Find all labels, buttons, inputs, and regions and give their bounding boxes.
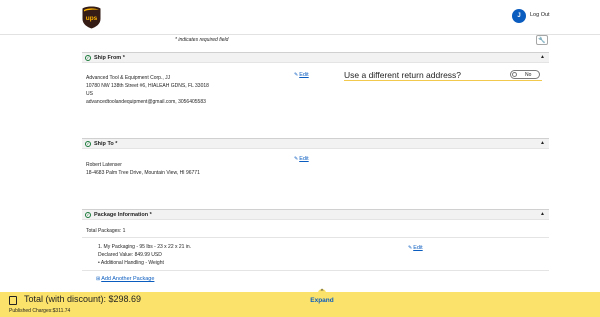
package-edit-link[interactable]: ✎Edit [408, 245, 423, 251]
pencil-icon: ✎ [294, 156, 299, 162]
required-field-note: * indicates required field [175, 37, 229, 43]
total-packages-label: Total Packages: 1 [86, 228, 126, 234]
package-info-header[interactable]: ✓ Package Information * ▲ [82, 209, 549, 220]
package-info-section: ✓ Package Information * ▲ Total Packages… [82, 209, 549, 289]
collapse-caret-icon[interactable]: ▲ [540, 140, 545, 146]
ship-to-line: 18-4683 Palm Tree Drive, Mountain View, … [86, 170, 200, 176]
ship-from-section: ✓ Ship From * ▲ Advanced Tool & Equipmen… [82, 52, 549, 138]
expand-label: Expand [310, 297, 334, 304]
pencil-icon: ✎ [408, 245, 413, 251]
add-package-label: Add Another Package [101, 276, 155, 282]
ship-to-title: Ship To * [94, 140, 118, 147]
ship-from-line: 10780 NW 138th Street #6, HIALEAH GDNS, … [86, 83, 209, 89]
ups-logo[interactable]: ups [82, 6, 101, 29]
package-info-title: Package Information * [94, 211, 152, 218]
chevron-up-icon: ^ [318, 289, 326, 295]
pencil-icon: ✎ [294, 72, 299, 78]
check-circle-icon: ✓ [85, 54, 91, 61]
wrench-icon: 🔧 [538, 37, 546, 44]
total-with-discount: Total (with discount): $298.69 [24, 294, 142, 304]
edit-label: Edit [413, 245, 423, 251]
tools-button[interactable]: 🔧 [536, 35, 548, 45]
package-detail-line: Declared Value: 849.99 USD [98, 252, 162, 258]
expand-button[interactable]: ^ Expand [308, 289, 336, 304]
total-footer-bar: Total (with discount): $298.69 Published… [0, 292, 600, 317]
add-another-package-link[interactable]: ⊞Add Another Package [96, 276, 154, 282]
check-circle-icon: ✓ [85, 211, 91, 218]
ship-from-edit-link[interactable]: ✎Edit [294, 72, 309, 78]
edit-label: Edit [299, 156, 309, 162]
logout-link[interactable]: Log Out [530, 12, 550, 18]
ship-from-line: US [86, 91, 93, 97]
divider [82, 270, 549, 271]
ship-to-edit-link[interactable]: ✎Edit [294, 156, 309, 162]
svg-text:ups: ups [86, 15, 98, 22]
ship-from-line: advancedtoolandequipment@gmail.com, 3056… [86, 99, 206, 105]
ship-from-title: Ship From * [94, 54, 125, 61]
collapse-caret-icon[interactable]: ▲ [540, 211, 545, 217]
ship-to-section: ✓ Ship To * ▲ Robert Latenser 18-4683 Pa… [82, 138, 549, 208]
toggle-knob [512, 72, 517, 77]
top-header: ups J Log Out [0, 0, 600, 35]
ship-to-header[interactable]: ✓ Ship To * ▲ [82, 138, 549, 149]
toggle-label: No [525, 72, 532, 78]
edit-label: Edit [299, 72, 309, 78]
add-package-icon: ⊞ [96, 276, 101, 282]
check-circle-icon: ✓ [85, 140, 91, 147]
receipt-icon [9, 296, 17, 305]
ship-from-header[interactable]: ✓ Ship From * ▲ [82, 52, 549, 63]
package-detail-line: 1. My Packaging - 95 lbs - 23 x 22 x 21 … [98, 244, 192, 250]
published-charges: Published Charges:$311.74 [9, 308, 71, 314]
divider [82, 237, 549, 238]
collapse-caret-icon[interactable]: ▲ [540, 54, 545, 60]
user-avatar[interactable]: J [512, 9, 526, 23]
package-detail-line: • Additional Handling - Weight [98, 260, 164, 266]
different-return-toggle[interactable]: No [510, 70, 540, 79]
ship-from-line: Advanced Tool & Equipment Corp., JJ [86, 75, 171, 81]
ship-to-line: Robert Latenser [86, 162, 122, 168]
